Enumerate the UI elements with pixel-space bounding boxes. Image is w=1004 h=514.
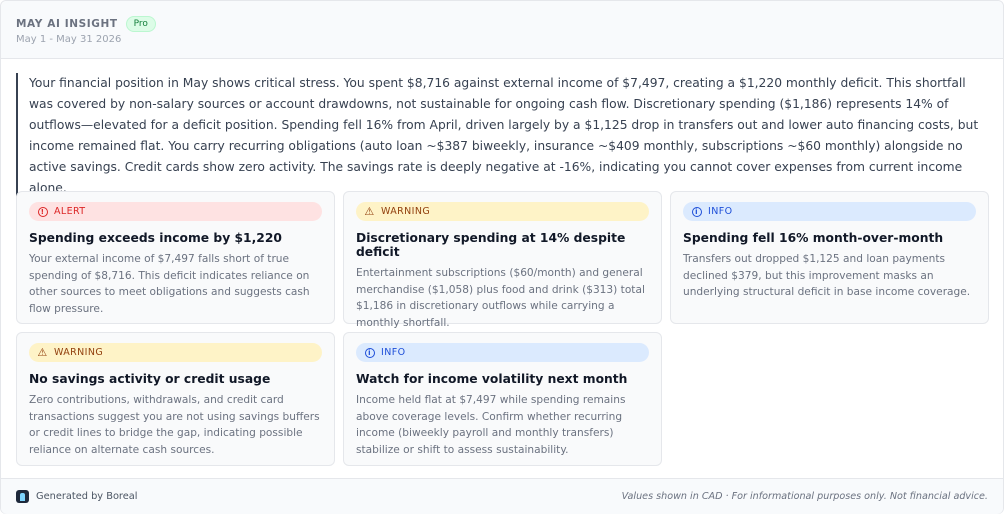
title-row: MAY AI INSIGHT Pro: [16, 16, 156, 32]
alert-circle-icon: !: [37, 206, 48, 217]
card-title: No savings activity or credit usage: [29, 372, 271, 386]
pro-badge: Pro: [125, 16, 156, 32]
warning-tag: ⚠ WARNING: [356, 202, 649, 221]
info-tag: i INFO: [683, 202, 976, 221]
generated-by: Generated by Boreal: [36, 491, 138, 502]
info-circle-icon: i: [691, 206, 702, 217]
card-title: Spending exceeds income by $1,220: [29, 231, 282, 245]
warning-tag: ⚠ WARNING: [29, 343, 322, 362]
card-body: Transfers out dropped $1,125 and loan pa…: [683, 253, 971, 298]
insight-card-info: i INFO Watch for income volatility next …: [343, 332, 662, 466]
insight-footer: Generated by Boreal Values shown in CAD …: [1, 478, 1003, 514]
card-title: Discretionary spending at 14% despite de…: [356, 231, 626, 259]
tag-label: WARNING: [381, 206, 431, 217]
tag-label: INFO: [381, 347, 406, 358]
warning-triangle-icon: ⚠: [37, 346, 48, 359]
insight-card-alert: ! ALERT Spending exceeds income by $1,22…: [16, 191, 335, 324]
info-circle-icon: i: [364, 347, 375, 358]
card-title: Spending fell 16% month-over-month: [683, 231, 944, 245]
card-body: Zero contributions, withdrawals, and cre…: [29, 394, 320, 456]
alert-tag: ! ALERT: [29, 202, 322, 221]
card-title: Watch for income volatility next month: [356, 372, 628, 386]
card-body: Entertainment subscriptions ($60/month) …: [356, 267, 645, 329]
summary-text: Your financial position in May shows cri…: [16, 73, 988, 199]
boreal-logo-icon: [16, 490, 29, 503]
insight-title: MAY AI INSIGHT: [16, 18, 118, 30]
card-body: Income held flat at $7,497 while spendin…: [356, 394, 626, 456]
insight-card-warning: ⚠ WARNING Discretionary spending at 14% …: [343, 191, 662, 329]
disclaimer: Values shown in CAD · For informational …: [621, 491, 988, 502]
insight-card-warning: ⚠ WARNING No savings activity or credit …: [16, 332, 335, 466]
card-body: Your external income of $7,497 falls sho…: [29, 253, 310, 315]
insight-header: MAY AI INSIGHT Pro May 1 - May 31 2026: [1, 1, 1003, 59]
warning-triangle-icon: ⚠: [364, 205, 375, 218]
tag-label: WARNING: [54, 347, 104, 358]
date-range: May 1 - May 31 2026: [16, 34, 122, 45]
info-tag: i INFO: [356, 343, 649, 362]
insight-card-info: i INFO Spending fell 16% month-over-mont…: [670, 191, 989, 324]
tag-label: INFO: [708, 206, 733, 217]
tag-label: ALERT: [54, 206, 86, 217]
insight-panel: MAY AI INSIGHT Pro May 1 - May 31 2026 Y…: [0, 0, 1004, 514]
